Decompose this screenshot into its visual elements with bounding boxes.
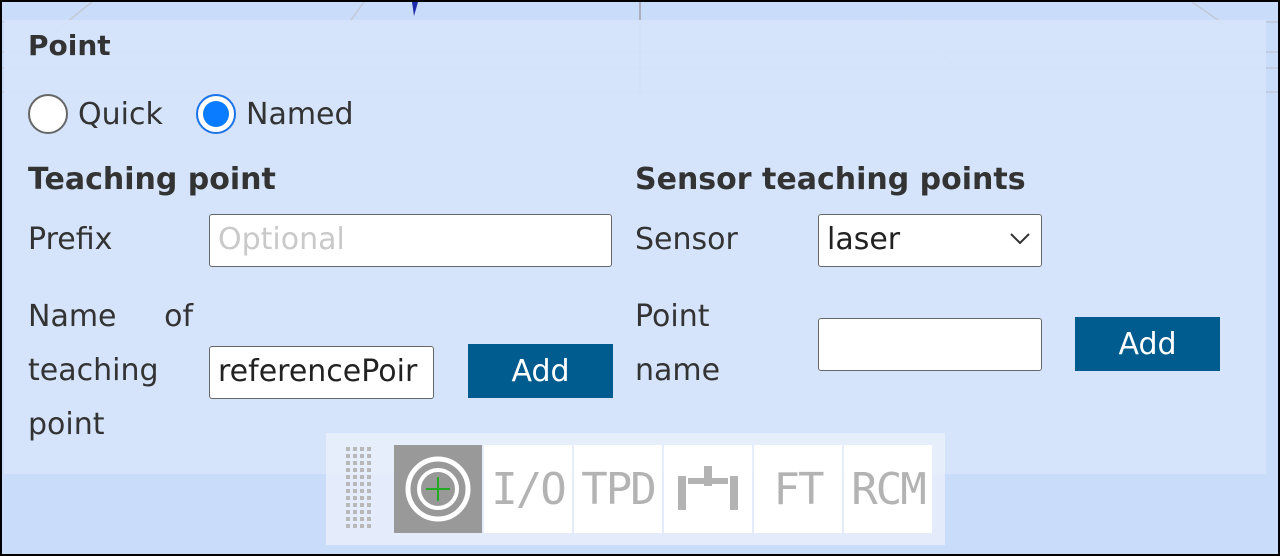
- prefix-placeholder: Optional: [218, 222, 345, 257]
- tool-flange-icon: [678, 466, 738, 510]
- name-label-line-1: Name of: [28, 299, 194, 334]
- radio-named-circle[interactable]: [196, 94, 236, 134]
- name-label-line-3: point: [28, 407, 105, 442]
- bottom-toolbar: I/O TPD FT RCM: [326, 433, 945, 545]
- sensor-teaching-title: Sensor teaching points: [635, 162, 1026, 197]
- chevron-down-icon: [1010, 233, 1030, 245]
- drag-handle-icon[interactable]: [344, 445, 376, 535]
- radio-quick[interactable]: Quick: [28, 92, 163, 136]
- prefix-label: Prefix: [28, 222, 113, 257]
- toolbar-tool-button[interactable]: [664, 445, 752, 533]
- add-teaching-point-button[interactable]: Add: [468, 344, 613, 398]
- name-label-line-2: teaching: [28, 353, 159, 388]
- radio-named[interactable]: Named: [196, 92, 354, 136]
- radio-quick-circle[interactable]: [28, 94, 68, 134]
- viewport: Point Quick Named Teaching point Sensor …: [0, 0, 1280, 556]
- teaching-point-name-value: referencePoir: [218, 354, 418, 389]
- point-name-label-line-1: Point: [635, 299, 710, 334]
- panel-title: Point: [28, 29, 111, 62]
- prefix-input[interactable]: Optional: [209, 214, 612, 267]
- teaching-point-title: Teaching point: [28, 162, 276, 197]
- sensor-select-value: laser: [827, 222, 901, 257]
- toolbar-rcm-button[interactable]: RCM: [844, 445, 932, 533]
- toolbar-io-button[interactable]: I/O: [484, 445, 572, 533]
- add-sensor-point-button[interactable]: Add: [1075, 317, 1220, 371]
- teaching-point-name-input[interactable]: referencePoir: [209, 346, 434, 399]
- point-name-label-line-2: name: [635, 353, 721, 388]
- sensor-label: Sensor: [635, 222, 738, 257]
- radio-named-label: Named: [246, 96, 354, 132]
- radio-named-dot: [203, 101, 229, 127]
- sensor-point-name-input[interactable]: [818, 318, 1042, 371]
- radio-quick-label: Quick: [78, 96, 163, 132]
- toolbar-point-button[interactable]: [394, 445, 482, 533]
- axis-marker: [412, 2, 418, 16]
- toolbar-ft-button[interactable]: FT: [754, 445, 842, 533]
- toolbar-tpd-button[interactable]: TPD: [574, 445, 662, 533]
- target-icon: [405, 456, 471, 522]
- sensor-select[interactable]: laser: [818, 214, 1042, 267]
